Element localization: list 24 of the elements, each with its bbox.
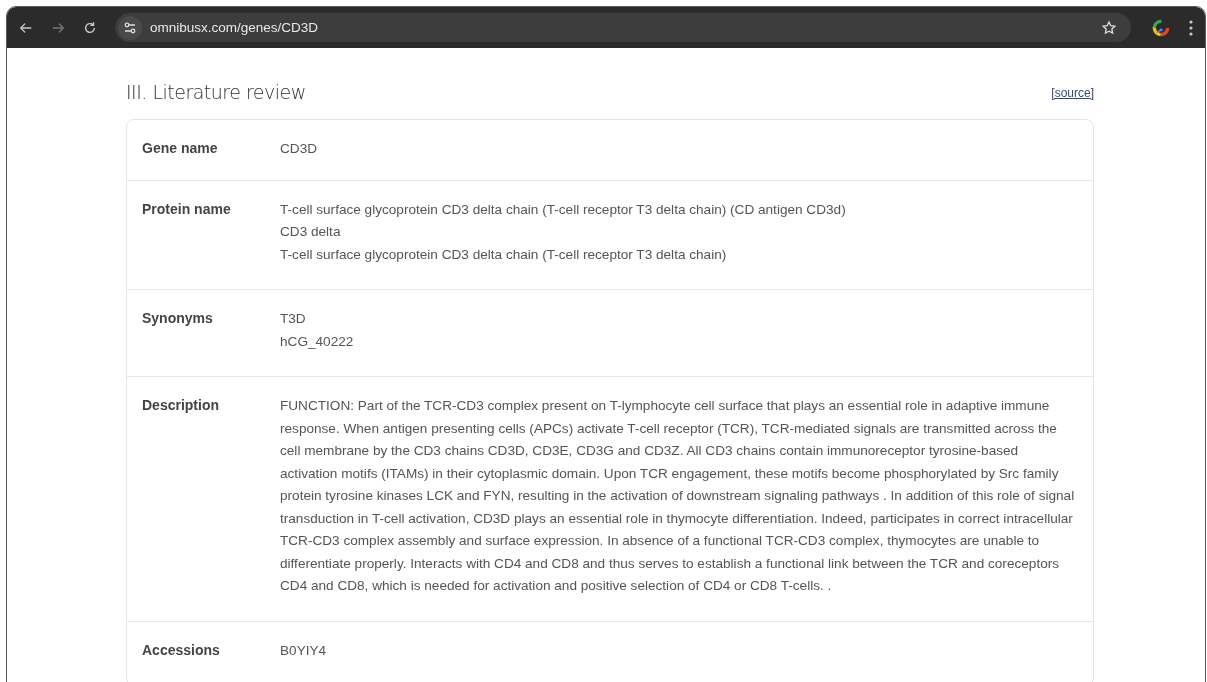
field-value: CD3D xyxy=(280,140,318,158)
bookmark-star-icon[interactable] xyxy=(1101,19,1117,36)
section-title: III. Literature review xyxy=(126,81,306,103)
field-value: CD3 delta xyxy=(280,223,342,241)
address-bar[interactable]: omnibusx.com/genes/CD3D xyxy=(115,13,1131,42)
menu-icon[interactable] xyxy=(1189,19,1193,36)
source-link[interactable]: [source] xyxy=(1051,86,1094,100)
field-label: Description xyxy=(142,396,220,415)
field-value: FUNCTION: Part of the TCR-CD3 complex present on T-lymphocyte cell surface that plays an essential role in adaptive immune response. When antigen presenting cells (APCs) activate T-cell receptor (TCR), TCR-mediated signals are transmitted across the cell membrane by the CD3 chains CD3D, CD3E, CD3G and CD3Z. All CD3 chains contain immunoreceptor tyrosine-based activation motifs (ITAMs) in their cytoplasmic domain. Upon TCR engagement, these motifs become phosphorylated by Src family protein tyrosine kinases LCK and FYN, resulting in the activation of downstream signaling pathways . In addition of this role of signal transduction in T-cell activation, CD3D plays an essential role in thymocyte differentiation. Indeed, participates in correct intracellular TCR-CD3 complex assembly and surface expression. In absence of a functional TCR-CD3 complex, thymocytes are unable to differentiate properly. Interacts with CD4 and CD8 and thus serves to establish a functional link between the TCR and coreceptors CD4 and CD8, which is needed for activation and positive selection of CD4 or CD8 T-cells. . xyxy=(280,397,1076,595)
field-value: T-cell surface glycoprotein CD3 delta chain (T-cell receptor T3 delta chain) xyxy=(280,245,728,264)
site-settings-icon[interactable] xyxy=(118,15,142,40)
field-label: Synonyms xyxy=(142,309,214,328)
url-text: omnibusx.com/genes/CD3D xyxy=(150,20,320,35)
forward-icon[interactable] xyxy=(51,20,65,35)
field-value: B0YIY4 xyxy=(280,641,328,660)
profile-avatar-icon[interactable] xyxy=(1151,17,1171,38)
field-label: Gene name xyxy=(142,139,219,158)
reload-icon[interactable] xyxy=(83,20,97,35)
field-label: Protein name xyxy=(142,199,232,219)
back-icon[interactable] xyxy=(19,20,33,35)
field-value: T3D xyxy=(280,310,307,328)
field-label: Accessions xyxy=(142,640,221,660)
field-value: hCG_40222 xyxy=(280,332,355,351)
field-value: T-cell surface glycoprotein CD3 delta chain (T-cell receptor T3 delta chain) (CD antigen CD3d) xyxy=(280,200,847,219)
